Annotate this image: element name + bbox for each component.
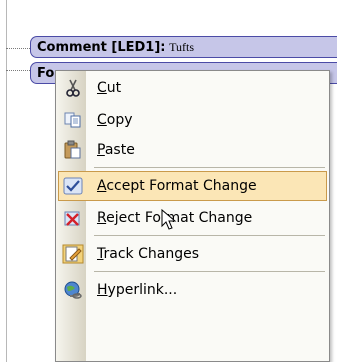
menu-item-hyperlink[interactable]: Hyperlink... <box>58 275 327 305</box>
menu-item-accept-format-change[interactable]: Accept Format Change <box>58 171 327 201</box>
menu-item-cut-label: Cut <box>97 80 122 96</box>
menu-item-paste-label: Paste <box>97 142 135 158</box>
menu-item-track-changes[interactable]: Track Changes <box>58 239 327 269</box>
menu-item-copy-label: Copy <box>97 112 133 128</box>
comment-balloon[interactable]: Comment [LED1]: Tufts <box>30 36 337 58</box>
track-changes-icon <box>62 244 84 264</box>
menu-item-reject-format-change[interactable]: Reject Format Change <box>58 203 327 233</box>
menu-item-hyperlink-label: Hyperlink... <box>97 282 178 298</box>
menu-item-cut[interactable]: Cut <box>58 73 327 103</box>
context-menu: Cut Copy Paste Accept Format Change Reje… <box>55 70 330 362</box>
comment-balloon-text: Tufts <box>169 40 195 54</box>
menu-separator <box>94 271 325 272</box>
document-page: Comment [LED1]: Tufts Fo Cut Copy Paste … <box>0 0 337 362</box>
page-edge <box>6 0 7 362</box>
menu-separator <box>94 167 325 168</box>
format-connector-line <box>6 70 30 71</box>
format-balloon-title: Fo <box>37 66 55 81</box>
copy-icon <box>62 110 84 130</box>
comment-connector-line <box>6 48 30 49</box>
menu-item-copy[interactable]: Copy <box>58 105 327 135</box>
menu-item-track-label: Track Changes <box>97 246 199 262</box>
menu-item-accept-label: Accept Format Change <box>97 178 257 194</box>
comment-balloon-title: Comment [LED1]: <box>37 40 166 55</box>
menu-separator <box>94 235 325 236</box>
accept-change-icon <box>62 176 84 196</box>
menu-item-paste[interactable]: Paste <box>58 135 327 165</box>
reject-change-icon <box>62 208 84 228</box>
mouse-pointer-icon <box>161 208 177 230</box>
scissors-icon <box>62 78 84 98</box>
hyperlink-icon <box>62 280 84 300</box>
paste-icon <box>62 140 84 160</box>
